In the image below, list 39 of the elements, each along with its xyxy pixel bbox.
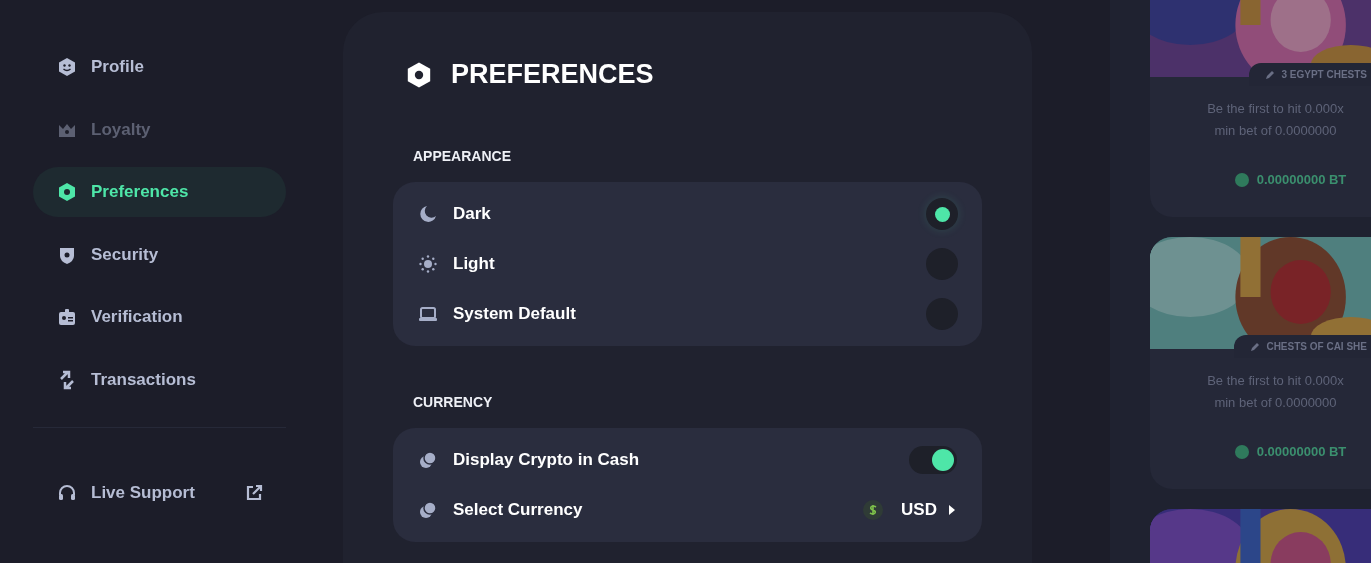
pencil-icon xyxy=(1265,69,1276,80)
section-heading: APPEARANCE xyxy=(413,148,512,164)
game-card[interactable]: CHESTS OF CAI SHE Be the first to hit 0.000x min bet of 0.0000000 0.00000000 BT xyxy=(1150,237,1371,489)
pencil-icon xyxy=(1250,341,1261,352)
coins-icon xyxy=(418,450,438,470)
coin-icon xyxy=(1234,444,1249,459)
option-label: Dark xyxy=(453,204,492,224)
toggle-switch[interactable] xyxy=(909,446,957,474)
section-heading: CURRENCY xyxy=(413,394,494,410)
currency-select[interactable]: USD xyxy=(863,500,957,520)
option-label: System Default xyxy=(453,304,577,324)
prize-amount: 0.00000000 BT xyxy=(1256,172,1347,187)
setting-label: Select Currency xyxy=(453,500,584,520)
sidebar-item[interactable]: Verification xyxy=(33,292,286,342)
sidebar-item[interactable]: Transactions xyxy=(33,354,286,405)
page-title: PREFERENCES xyxy=(451,59,654,90)
game-card[interactable]: 3 EGYPT CHESTS Be the first to hit 0.000x min bet of 0.0000000 0.00000000 BT xyxy=(1150,0,1371,217)
option-label: Light xyxy=(453,254,496,274)
card-description: Be the first to hit 0.000x min bet of 0.0000000 xyxy=(1206,372,1344,412)
sidebar-item[interactable]: Preferences xyxy=(33,167,286,217)
radio-button[interactable] xyxy=(926,198,958,230)
id-badge-icon xyxy=(57,307,77,327)
hexagon-icon xyxy=(57,182,77,202)
moon-icon xyxy=(418,204,438,224)
prize-amount: 0.00000000 BT xyxy=(1256,444,1347,459)
external-link-icon[interactable] xyxy=(244,483,264,503)
sun-icon xyxy=(418,254,438,274)
sidebar-item[interactable]: Security xyxy=(33,229,286,280)
headset-icon xyxy=(57,483,77,503)
caret-icon xyxy=(947,504,957,516)
sidebar-item[interactable]: Profile xyxy=(33,42,286,92)
live-support-link[interactable]: Live Support xyxy=(57,483,195,503)
setting-label: Display Crypto in Cash xyxy=(453,450,641,470)
dollar-coin-icon xyxy=(863,500,884,520)
coin-icon xyxy=(1234,172,1249,187)
coins-icon xyxy=(418,500,438,520)
laptop-icon xyxy=(418,304,438,324)
card-description: Be the first to hit 0.000x min bet of 0.0000000 xyxy=(1206,100,1344,140)
smiley-icon xyxy=(57,57,77,77)
